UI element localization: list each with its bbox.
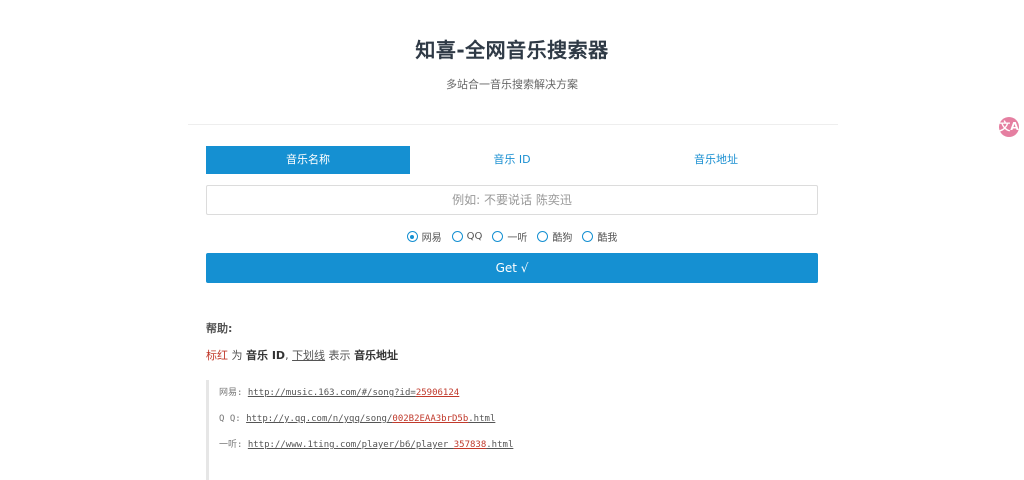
example-url-id: 25906124 [415,388,460,398]
radio-source-1ting[interactable]: 一听 [492,229,527,244]
header-divider [188,124,838,125]
example-url-id: 357838 [453,440,487,450]
legend-text: 为 [228,349,246,362]
example-link[interactable]: http://music.163.com/#/song?id=25906124 [248,388,459,398]
example-url-prefix: http://music.163.com/#/song?id= [247,388,416,398]
example-row: 一听: http://www.1ting.com/player/b6/playe… [219,432,818,458]
radio-source-qq[interactable]: QQ [451,229,483,244]
legend-text: 表示 [325,349,355,362]
search-input[interactable] [206,185,818,215]
radio-label: 酷我 [597,233,618,244]
tab-music-name[interactable]: 音乐名称 [206,146,410,174]
radio-source-netease[interactable]: 网易 [406,229,442,244]
example-url-suffix: .html [486,440,514,450]
example-label: Q Q: [219,414,247,424]
example-row: Q Q: http://y.qq.com/n/yqq/song/002B2EAA… [219,406,818,432]
radio-label: 一听 [507,233,528,244]
radio-source-kugou[interactable]: 酷狗 [537,229,572,244]
page-title: 知喜-全网音乐搜索器 [415,38,609,62]
example-url-prefix: http://www.1ting.com/player/b6/player_ [247,440,454,450]
radio-unchecked-icon [582,231,594,242]
legend-underline-word: 下划线 [292,349,326,362]
legend-bold-url: 音乐地址 [354,349,399,362]
radio-label: QQ [466,231,483,242]
example-row: 网易: http://music.163.com/#/song?id=25906… [219,380,818,406]
legend-bold-id: 音乐 ID [246,349,286,362]
get-button[interactable]: Get √ [206,253,818,283]
example-label: 网易: [219,388,248,398]
radio-label: 网易 [421,233,442,244]
example-urls-block: 网易: http://music.163.com/#/song?id=25906… [206,380,818,480]
radio-unchecked-icon [537,231,549,242]
example-url-id: 002B2EAA3brD5b [392,414,469,424]
search-mode-tabs: 音乐名称 音乐 ID 音乐地址 [206,146,818,174]
page-subtitle: 多站合一音乐搜索解决方案 [446,78,578,91]
source-radio-group: 网易 QQ 一听 酷狗 酷我 [0,229,1024,244]
translate-icon[interactable]: 文A [999,117,1019,137]
radio-unchecked-icon [451,231,463,242]
tab-music-url[interactable]: 音乐地址 [614,146,818,174]
example-link[interactable]: http://y.qq.com/n/yqq/song/002B2EAA3brD5… [246,414,495,424]
example-link[interactable]: http://www.1ting.com/player/b6/player_35… [248,440,514,450]
radio-label: 酷狗 [552,233,573,244]
help-title: 帮助: [206,322,233,335]
example-url-suffix: .html [468,414,496,424]
radio-checked-icon [406,231,418,242]
radio-source-kuwo[interactable]: 酷我 [582,229,617,244]
help-legend: 标红 为 音乐 ID, 下划线 表示 音乐地址 [206,347,398,363]
tab-music-id[interactable]: 音乐 ID [410,146,614,174]
legend-text: , [285,349,293,362]
radio-unchecked-icon [492,231,504,242]
example-label: 一听: [219,440,248,450]
legend-red-word: 标红 [206,349,228,362]
example-url-prefix: http://y.qq.com/n/yqq/song/ [246,414,393,424]
